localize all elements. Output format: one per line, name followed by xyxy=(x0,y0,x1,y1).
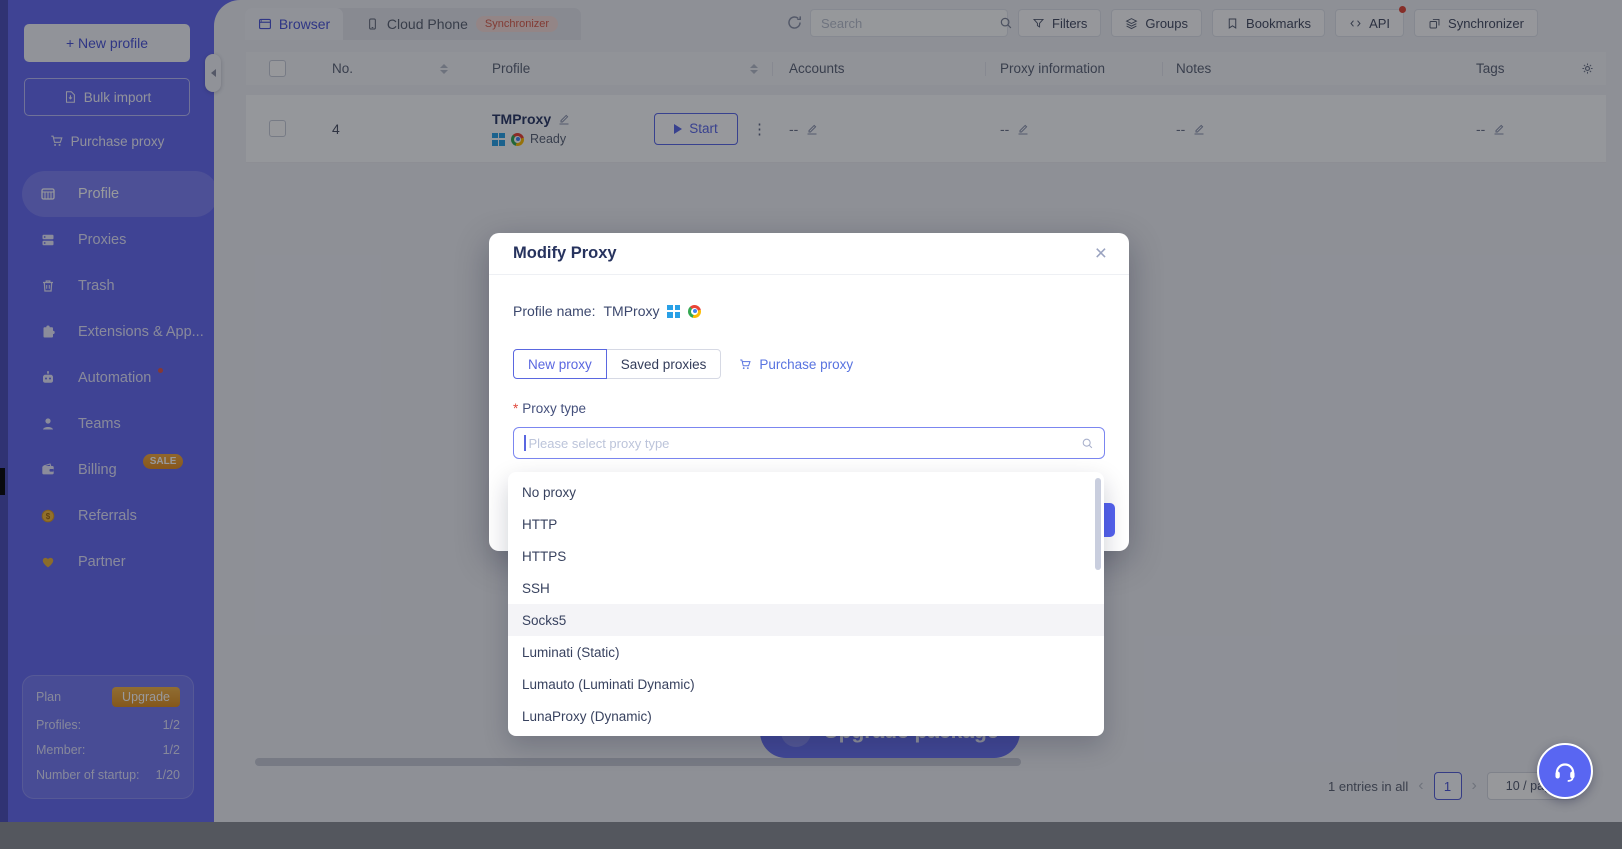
proxy-type-label: *Proxy type xyxy=(513,401,586,416)
option-http[interactable]: HTTP xyxy=(508,508,1104,540)
option-luminati-static[interactable]: Luminati (Static) xyxy=(508,636,1104,668)
chrome-icon xyxy=(688,305,701,318)
support-button[interactable] xyxy=(1537,743,1593,799)
profile-name-value: TMProxy xyxy=(603,303,659,319)
cart-icon xyxy=(739,358,752,371)
modal-title: Modify Proxy xyxy=(513,244,617,263)
app-window: + New profile Bulk import Purchase proxy… xyxy=(0,0,1622,849)
tab-new-proxy[interactable]: New proxy xyxy=(513,349,607,379)
text-caret xyxy=(524,435,526,451)
dropdown-scrollbar[interactable] xyxy=(1095,478,1101,570)
profile-name-line: Profile name: TMProxy xyxy=(513,303,701,319)
option-no-proxy[interactable]: No proxy xyxy=(508,476,1104,508)
proxy-type-input[interactable] xyxy=(527,435,1082,452)
option-lunaproxy[interactable]: LunaProxy (Dynamic) xyxy=(508,700,1104,732)
option-lumauto[interactable]: Lumauto (Luminati Dynamic) xyxy=(508,668,1104,700)
purchase-proxy-label: Purchase proxy xyxy=(759,357,853,372)
required-asterisk: * xyxy=(513,401,518,416)
windows-icon xyxy=(667,305,680,318)
purchase-proxy-link[interactable]: Purchase proxy xyxy=(739,357,853,372)
search-icon xyxy=(1081,437,1094,450)
tab-saved-proxies[interactable]: Saved proxies xyxy=(607,349,722,379)
proxy-source-tabs: New proxy Saved proxies Purchase proxy xyxy=(513,349,853,379)
option-socks5[interactable]: Socks5 xyxy=(508,604,1104,636)
profile-name-label: Profile name: xyxy=(513,303,595,319)
headset-icon xyxy=(1552,758,1578,784)
option-ssh[interactable]: SSH xyxy=(508,572,1104,604)
close-icon[interactable]: × xyxy=(1095,243,1107,264)
proxy-type-field xyxy=(513,427,1105,459)
proxy-type-dropdown: No proxy HTTP HTTPS SSH Socks5 Luminati … xyxy=(508,472,1104,736)
option-https[interactable]: HTTPS xyxy=(508,540,1104,572)
